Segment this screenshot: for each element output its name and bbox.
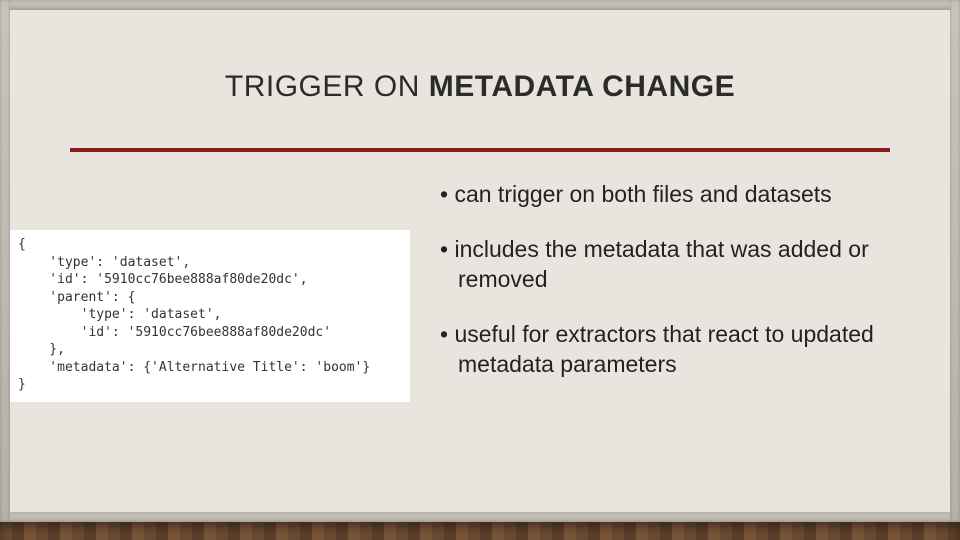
slide-title: TRIGGER ON METADATA CHANGE bbox=[0, 70, 960, 104]
title-divider bbox=[70, 148, 890, 152]
title-heavy: METADATA CHANGE bbox=[429, 70, 735, 103]
title-light: TRIGGER ON bbox=[225, 70, 429, 103]
code-sample: { 'type': 'dataset', 'id': '5910cc76bee8… bbox=[10, 230, 410, 402]
wood-floor bbox=[0, 522, 960, 540]
bullet-list: can trigger on both files and datasets i… bbox=[440, 180, 890, 405]
frame-edge bbox=[0, 0, 960, 10]
bullet-item: includes the metadata that was added or … bbox=[440, 235, 890, 294]
bullet-item: useful for extractors that react to upda… bbox=[440, 320, 890, 379]
bullet-item: can trigger on both files and datasets bbox=[440, 180, 890, 209]
slide: TRIGGER ON METADATA CHANGE { 'type': 'da… bbox=[0, 0, 960, 540]
frame-edge bbox=[0, 512, 960, 522]
